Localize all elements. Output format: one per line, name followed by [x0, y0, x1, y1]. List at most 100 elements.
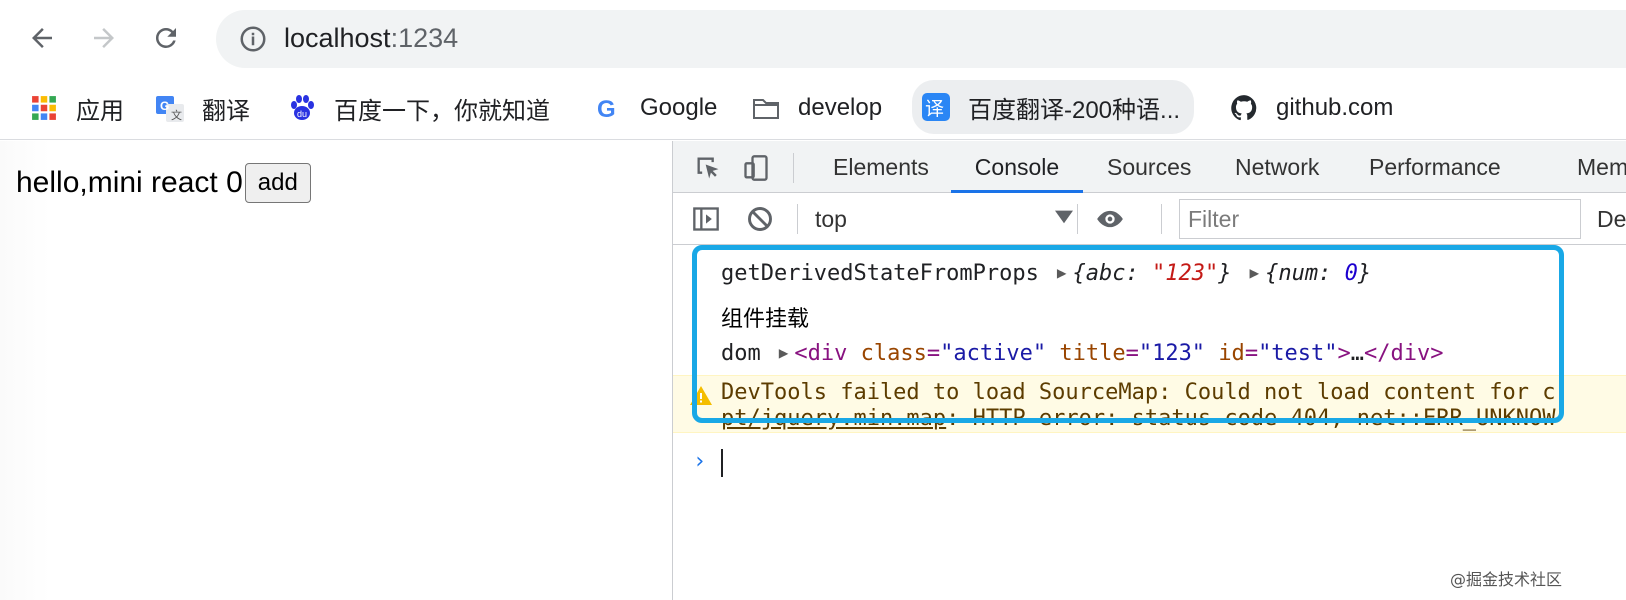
- object-value: 0: [1344, 261, 1358, 286]
- inspect-cursor-icon: [697, 157, 719, 179]
- google-translate-icon: G文: [156, 94, 184, 122]
- live-expression-button[interactable]: [1093, 202, 1127, 236]
- bookmarks-bar: 应用 G文 翻译 du 百度一下，你就知道 G Google develop 译…: [0, 76, 1626, 140]
- tab-elements[interactable]: Elements: [833, 141, 929, 193]
- attr-name: title: [1059, 341, 1126, 366]
- object-value: "123": [1152, 261, 1219, 286]
- inspect-element-button[interactable]: [691, 151, 725, 185]
- devtools-tab-bar: Elements Console Sources Network Perform…: [673, 141, 1626, 193]
- back-button[interactable]: [22, 18, 62, 58]
- console-warning-row: DevTools failed to load SourceMap: Could…: [673, 375, 1626, 433]
- tab-performance[interactable]: Performance: [1369, 141, 1501, 193]
- svg-text:译: 译: [925, 98, 944, 120]
- expand-triangle-icon[interactable]: ▶: [779, 343, 789, 362]
- warning-text-rest: : HTTP error: status code 404, net::ERR_…: [946, 406, 1556, 431]
- warning-text-line2: pt/jquery.min.map: HTTP error: status co…: [721, 406, 1555, 431]
- url-host: localhost: [284, 23, 391, 53]
- bookmark-label: Google: [640, 94, 718, 121]
- closing-tag: </div>: [1364, 341, 1444, 366]
- forward-button[interactable]: [84, 18, 124, 58]
- console-message-row: dom ▶ <div class="active" title="123" id="…: [673, 341, 1626, 377]
- baidu-paw-icon: du: [288, 94, 316, 122]
- svg-text:文: 文: [171, 108, 182, 122]
- log-message: dom ▶ <div class="active" title="123" id="…: [721, 341, 1444, 366]
- dom-node-preview[interactable]: <div class="active" title="123" id="test…: [794, 341, 1443, 366]
- reload-icon: [155, 27, 176, 48]
- arrow-right-icon: [94, 28, 114, 48]
- clear-console-button[interactable]: [743, 202, 777, 236]
- attr-name: class: [860, 341, 927, 366]
- info-icon[interactable]: [238, 24, 268, 54]
- url-text[interactable]: localhost:1234: [284, 20, 458, 56]
- object-preview[interactable]: {abc: "123"}: [1073, 261, 1232, 286]
- bookmark-baidu-translate[interactable]: 译 百度翻译-200种语...: [912, 80, 1195, 134]
- browser-toolbar: localhost:1234: [0, 0, 1626, 76]
- text-caret: [721, 449, 723, 477]
- context-selector[interactable]: top: [815, 199, 1055, 239]
- warning-triangle-icon: [690, 386, 712, 405]
- attr-value: "active": [940, 341, 1047, 366]
- console-message-row: 组件挂载: [673, 301, 1626, 337]
- tab-sources[interactable]: Sources: [1107, 141, 1191, 193]
- folder-icon: [752, 94, 780, 122]
- object-key: num: [1278, 261, 1319, 286]
- console-filter-input[interactable]: [1179, 199, 1581, 239]
- tab-console[interactable]: Console: [951, 141, 1083, 193]
- expand-triangle-icon[interactable]: ▶: [1057, 263, 1067, 282]
- sourcemap-link[interactable]: pt/jquery.min.map: [721, 406, 946, 431]
- svg-text:du: du: [297, 109, 307, 119]
- log-levels-dropdown[interactable]: Def: [1597, 199, 1626, 239]
- tag-name: div: [807, 341, 848, 366]
- console-output: getDerivedStateFromProps ▶ {abc: "123"} ▶ {n…: [673, 245, 1626, 600]
- bookmark-google[interactable]: G Google: [594, 86, 717, 130]
- toolbar-divider: [1077, 204, 1078, 234]
- object-key: abc: [1085, 261, 1126, 286]
- baidu-translate-icon: 译: [922, 93, 950, 121]
- bookmark-apps[interactable]: 应用: [30, 86, 124, 130]
- bookmark-label: 翻译: [202, 97, 250, 125]
- dropdown-arrow-icon[interactable]: [1055, 207, 1073, 225]
- bookmark-label: github.com: [1276, 94, 1394, 121]
- eye-icon: [1097, 210, 1123, 228]
- sidebar-toggle-icon: [693, 207, 719, 231]
- tab-network[interactable]: Network: [1235, 141, 1319, 193]
- bookmark-label: develop: [798, 94, 883, 121]
- device-toolbar-button[interactable]: [739, 151, 773, 185]
- device-icon: [744, 155, 768, 181]
- prompt-chevron-icon: ›: [693, 449, 707, 474]
- bookmark-label: 应用: [76, 97, 124, 125]
- expand-triangle-icon[interactable]: ▶: [1250, 263, 1260, 282]
- svg-text:G: G: [160, 99, 169, 113]
- attr-name: id: [1218, 341, 1245, 366]
- reload-button[interactable]: [146, 18, 186, 58]
- watermark: @掘金技术社区: [1449, 570, 1562, 589]
- bookmark-github[interactable]: github.com: [1230, 86, 1393, 130]
- bookmark-baidu[interactable]: du 百度一下，你就知道: [288, 86, 550, 130]
- toolbar-divider: [1161, 204, 1162, 234]
- attr-value: "test": [1258, 341, 1338, 366]
- toolbar-divider: [797, 204, 798, 234]
- bookmark-folder-develop[interactable]: develop: [752, 86, 882, 130]
- warning-text: DevTools failed to load SourceMap: Could…: [721, 380, 1556, 405]
- apps-grid-icon: [30, 94, 58, 122]
- google-g-icon: G: [594, 94, 622, 122]
- add-button[interactable]: add: [244, 163, 311, 203]
- hello-text: hello,mini react 0: [16, 166, 243, 199]
- bookmark-label: 百度翻译-200种语...: [968, 96, 1181, 124]
- console-message-row: getDerivedStateFromProps ▶ {abc: "123"} ▶ {n…: [673, 261, 1626, 297]
- console-prompt[interactable]: ›: [673, 445, 1626, 481]
- clear-circle-slash-icon: [748, 207, 772, 231]
- ellipsis: …: [1350, 341, 1365, 366]
- log-message: 组件挂载: [721, 307, 810, 332]
- attr-value: "123": [1138, 341, 1206, 366]
- page-viewport: hello,mini react 0 add: [0, 141, 672, 600]
- log-label: getDerivedStateFromProps: [721, 261, 1039, 286]
- log-message: getDerivedStateFromProps ▶ {abc: "123"} ▶ {n…: [721, 261, 1371, 286]
- tab-memory[interactable]: Mem: [1577, 141, 1626, 193]
- object-preview[interactable]: {num: 0}: [1265, 261, 1371, 286]
- bookmark-translate[interactable]: G文 翻译: [156, 86, 250, 130]
- toolbar-divider: [793, 153, 794, 183]
- bookmark-label: 百度一下，你就知道: [334, 97, 550, 125]
- show-sidebar-button[interactable]: [689, 202, 723, 236]
- console-toolbar: top Def: [673, 193, 1626, 245]
